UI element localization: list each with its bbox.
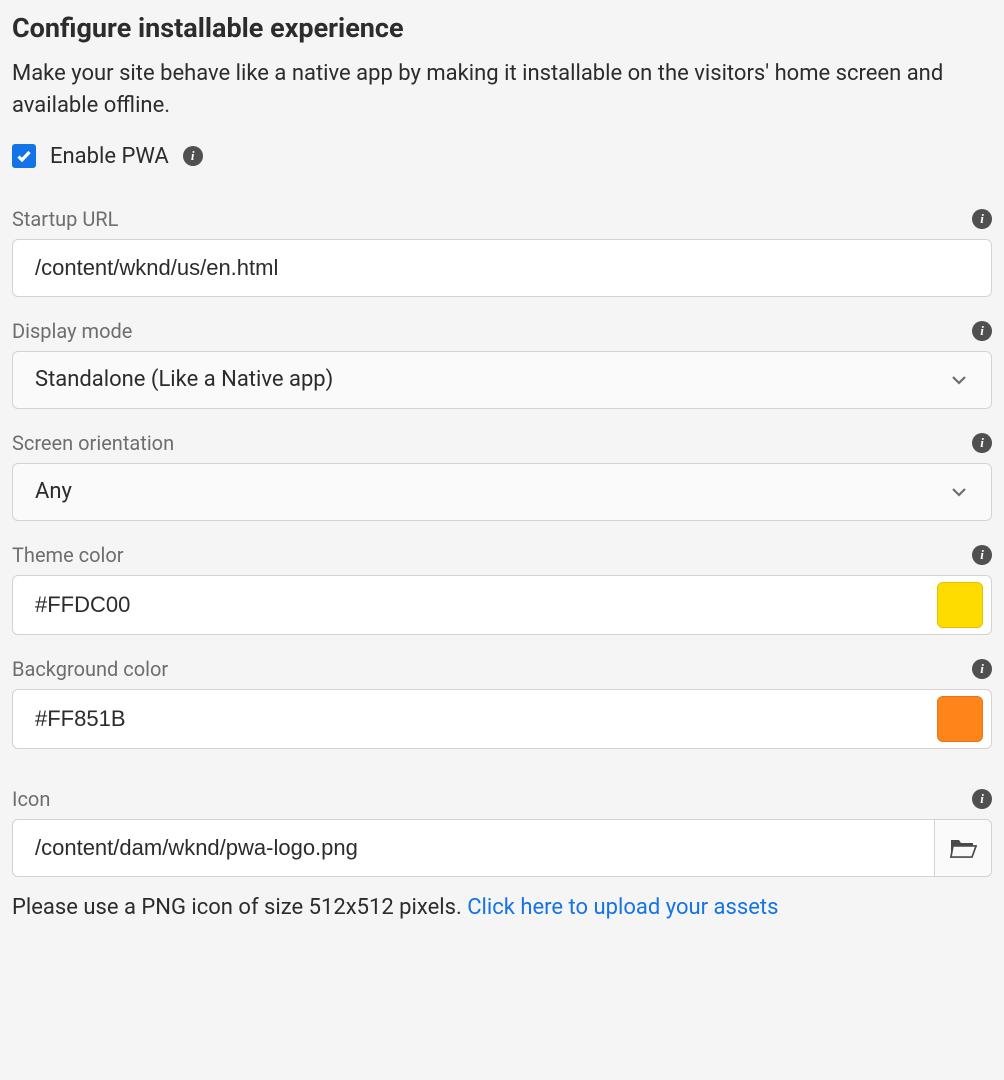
display-mode-select[interactable]: Standalone (Like a Native app) (12, 351, 992, 409)
background-color-swatch[interactable] (937, 696, 983, 742)
page-description: Make your site behave like a native app … (12, 58, 992, 122)
chevron-down-icon (949, 482, 969, 502)
field-background-color: Background color i (12, 657, 992, 749)
info-icon[interactable]: i (972, 659, 992, 679)
asset-browse-button[interactable] (934, 819, 992, 877)
info-icon[interactable]: i (183, 146, 203, 166)
field-startup-url: Startup URL i (12, 207, 992, 297)
screen-orientation-value: Any (35, 479, 72, 504)
screen-orientation-select[interactable]: Any (12, 463, 992, 521)
display-mode-value: Standalone (Like a Native app) (35, 367, 333, 392)
enable-pwa-label: Enable PWA (50, 144, 169, 169)
enable-pwa-checkbox[interactable] (12, 144, 36, 168)
display-mode-label: Display mode (12, 319, 132, 343)
theme-color-input[interactable] (35, 592, 937, 618)
background-color-input[interactable] (35, 706, 937, 732)
screen-orientation-label: Screen orientation (12, 431, 174, 455)
check-icon (16, 148, 32, 164)
theme-color-swatch[interactable] (937, 582, 983, 628)
info-icon[interactable]: i (972, 321, 992, 341)
page-heading: Configure installable experience (12, 12, 992, 44)
icon-label: Icon (12, 787, 50, 811)
icon-helper-text: Please use a PNG icon of size 512x512 pi… (12, 895, 992, 920)
icon-input[interactable] (12, 819, 934, 877)
upload-assets-link[interactable]: Click here to upload your assets (467, 895, 778, 920)
theme-color-label: Theme color (12, 543, 124, 567)
background-color-label: Background color (12, 657, 168, 681)
field-theme-color: Theme color i (12, 543, 992, 635)
field-screen-orientation: Screen orientation i Any (12, 431, 992, 521)
info-icon[interactable]: i (972, 209, 992, 229)
startup-url-input[interactable] (12, 239, 992, 297)
field-display-mode: Display mode i Standalone (Like a Native… (12, 319, 992, 409)
enable-pwa-row: Enable PWA i (12, 144, 992, 169)
info-icon[interactable]: i (972, 789, 992, 809)
info-icon[interactable]: i (972, 545, 992, 565)
chevron-down-icon (949, 370, 969, 390)
icon-helper-prefix: Please use a PNG icon of size 512x512 pi… (12, 895, 467, 920)
info-icon[interactable]: i (972, 433, 992, 453)
field-icon: Icon i (12, 787, 992, 877)
startup-url-label: Startup URL (12, 207, 118, 231)
folder-open-icon (949, 837, 977, 859)
